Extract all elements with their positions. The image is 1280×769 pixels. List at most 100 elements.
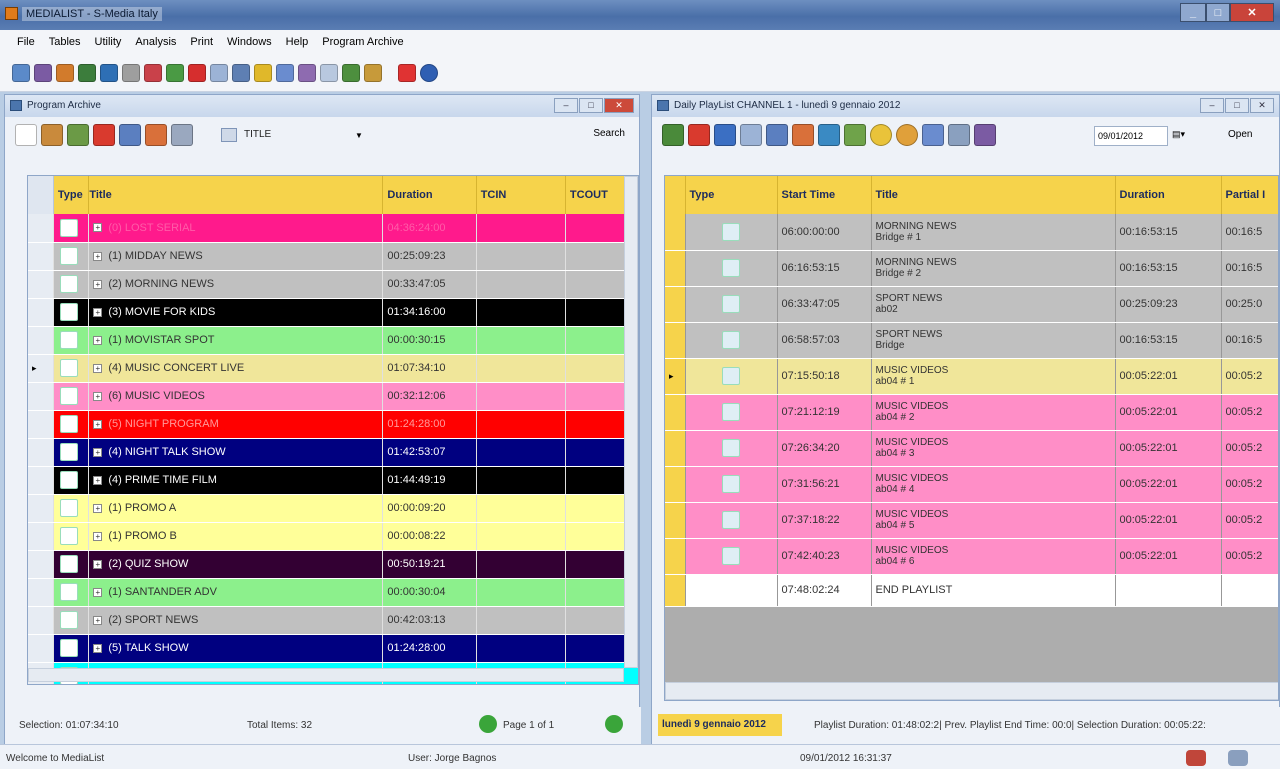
playlist-close-icon[interactable]: ✕ [1250, 98, 1274, 113]
archive-row[interactable]: + (2) SPORT NEWS 00:42:03:13 [28, 606, 638, 635]
copyright-icon[interactable] [188, 63, 206, 82]
report-icon[interactable] [254, 63, 272, 82]
archive-row[interactable]: + (1) SANTANDER ADV 00:00:30:04 [28, 578, 638, 607]
col-start-time[interactable]: Start Time [777, 176, 872, 214]
playlist-row[interactable]: ▸ 07:15:50:18 MUSIC VIDEOS ab04 # 1 00:05:22… [665, 358, 1278, 395]
archive-row[interactable]: + (1) PROMO B 00:00:08:22 [28, 522, 638, 551]
row-selector[interactable] [28, 298, 54, 327]
expand-icon[interactable]: + [93, 643, 103, 653]
row-selector[interactable] [665, 502, 686, 539]
row-selector[interactable] [665, 430, 686, 467]
book-icon[interactable] [818, 124, 840, 146]
maximize-icon[interactable]: □ [1206, 3, 1230, 22]
playlist-row[interactable]: 06:33:47:05 SPORT NEWS ab02 00:25:09:23 00:2… [665, 286, 1278, 323]
refresh-icon[interactable] [844, 124, 866, 146]
search-button[interactable]: Search [593, 128, 625, 139]
archive-restore-icon[interactable]: □ [579, 98, 603, 113]
tools-icon[interactable] [78, 63, 96, 82]
chevron-down-icon[interactable]: ▼ [355, 131, 369, 140]
power-icon[interactable] [398, 63, 416, 82]
row-selector[interactable] [665, 466, 686, 503]
users-icon[interactable] [276, 63, 294, 82]
row-selector[interactable]: ▸ [28, 354, 54, 383]
open-button[interactable]: Open [1228, 129, 1252, 140]
playlist-restore-icon[interactable]: □ [1225, 98, 1249, 113]
playlist-row[interactable]: 06:00:00:00 MORNING NEWS Bridge # 1 00:16:5… [665, 214, 1278, 251]
duplicate-icon[interactable] [67, 124, 89, 146]
archive-icon[interactable] [100, 63, 118, 82]
playlist-row[interactable]: 07:42:40:23 MUSIC VIDEOS ab04 # 6 00:05:22:… [665, 538, 1278, 575]
calendar-icon[interactable] [210, 63, 228, 82]
archive-row[interactable]: + (1) MOVISTAR SPOT 00:00:30:15 [28, 326, 638, 355]
col-tcin[interactable]: TCIN [476, 176, 566, 214]
clock-icon[interactable] [870, 124, 892, 146]
menu-utility[interactable]: Utility [88, 36, 129, 48]
edit-icon[interactable] [41, 124, 63, 146]
list-icon[interactable] [948, 124, 970, 146]
col-type[interactable]: Type [685, 176, 778, 214]
group-icon[interactable] [922, 124, 944, 146]
expand-icon[interactable]: + [93, 559, 103, 569]
archive-minimize-icon[interactable]: – [554, 98, 578, 113]
playlist-row[interactable]: 06:16:53:15 MORNING NEWS Bridge # 2 00:16:5… [665, 250, 1278, 287]
row-selector[interactable] [28, 606, 54, 635]
minimize-icon[interactable]: _ [1180, 3, 1206, 22]
tools-icon[interactable] [792, 124, 814, 146]
delete-icon[interactable] [93, 124, 115, 146]
time-icon[interactable] [896, 124, 918, 146]
users-icon[interactable] [766, 124, 788, 146]
archive-vscroll[interactable] [624, 176, 638, 668]
tools-icon[interactable] [145, 124, 167, 146]
row-selector[interactable] [665, 394, 686, 431]
row-selector[interactable] [28, 410, 54, 439]
expand-icon[interactable]: + [93, 531, 103, 541]
close-icon[interactable]: ✕ [1230, 3, 1274, 22]
expand-icon[interactable]: + [93, 335, 103, 345]
menu-help[interactable]: Help [279, 36, 316, 48]
tools-icon[interactable] [1228, 750, 1248, 766]
new-icon[interactable] [15, 124, 37, 146]
menu-print[interactable]: Print [183, 36, 220, 48]
archive-row[interactable]: + (1) PROMO A 00:00:09:20 [28, 494, 638, 523]
schedule-icon[interactable] [232, 63, 250, 82]
row-selector[interactable] [665, 250, 686, 287]
archive-row[interactable]: + (5) TALK SHOW 01:24:28:00 [28, 634, 638, 663]
expand-icon[interactable]: + [93, 279, 103, 289]
expand-icon[interactable]: + [93, 475, 103, 485]
expand-icon[interactable]: + [93, 223, 103, 233]
row-selector[interactable] [28, 634, 54, 663]
menu-program-archive[interactable]: Program Archive [315, 36, 410, 48]
row-selector[interactable] [665, 214, 686, 251]
edit-icon[interactable] [56, 63, 74, 82]
help-icon[interactable] [420, 63, 438, 82]
channel-icon[interactable] [12, 63, 30, 82]
add-icon[interactable] [662, 124, 684, 146]
chart-icon[interactable] [342, 63, 360, 82]
menu-tables[interactable]: Tables [42, 36, 88, 48]
row-selector[interactable] [665, 574, 686, 607]
media-icon[interactable] [34, 63, 52, 82]
report-icon[interactable] [974, 124, 996, 146]
row-selector[interactable] [28, 382, 54, 411]
playlist-row[interactable]: 07:37:18:22 MUSIC VIDEOS ab04 # 5 00:05:22:… [665, 502, 1278, 539]
calendar-icon[interactable] [740, 124, 762, 146]
search-field-select[interactable]: TITLE [241, 125, 351, 145]
archive-row[interactable]: ▸ + (4) MUSIC CONCERT LIVE 01:07:34:10 [28, 354, 638, 383]
archive-row[interactable]: + (3) MOVIE FOR KIDS 01:34:16:00 [28, 298, 638, 327]
end-playlist-row[interactable]: 07:48:02:24 END PLAYLIST [665, 574, 1278, 607]
archive-row[interactable]: + (4) NIGHT TALK SHOW 01:42:53:07 [28, 438, 638, 467]
row-selector[interactable] [28, 466, 54, 495]
folder-icon[interactable] [122, 63, 140, 82]
row-selector[interactable] [28, 550, 54, 579]
row-selector[interactable] [28, 214, 54, 243]
playlist-row[interactable]: 07:26:34:20 MUSIC VIDEOS ab04 # 3 00:05:22:… [665, 430, 1278, 467]
archive-row[interactable]: + (1) MIDDAY NEWS 00:25:09:23 [28, 242, 638, 271]
delete-icon[interactable] [688, 124, 710, 146]
menu-windows[interactable]: Windows [220, 36, 279, 48]
row-selector[interactable] [28, 270, 54, 299]
export-icon[interactable] [166, 63, 184, 82]
list-icon[interactable] [320, 63, 338, 82]
row-selector[interactable] [28, 578, 54, 607]
archive-row[interactable]: + (4) PRIME TIME FILM 01:44:49:19 [28, 466, 638, 495]
row-selector[interactable] [28, 438, 54, 467]
